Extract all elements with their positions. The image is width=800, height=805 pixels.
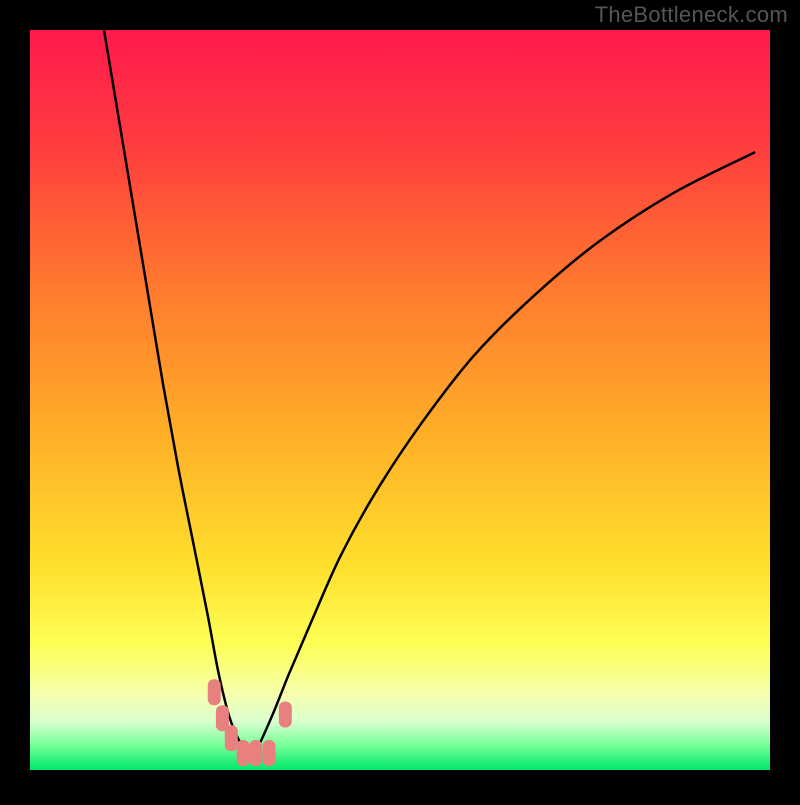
gradient-background — [30, 30, 770, 770]
curve-marker — [279, 702, 292, 728]
curve-marker — [263, 740, 276, 766]
curve-marker — [225, 725, 238, 751]
watermark-label: TheBottleneck.com — [595, 2, 788, 28]
curve-marker — [249, 740, 262, 766]
curve-marker — [208, 679, 221, 705]
bottleneck-chart: TheBottleneck.com — [0, 0, 800, 800]
chart-svg — [0, 0, 800, 800]
curve-marker — [237, 740, 250, 766]
